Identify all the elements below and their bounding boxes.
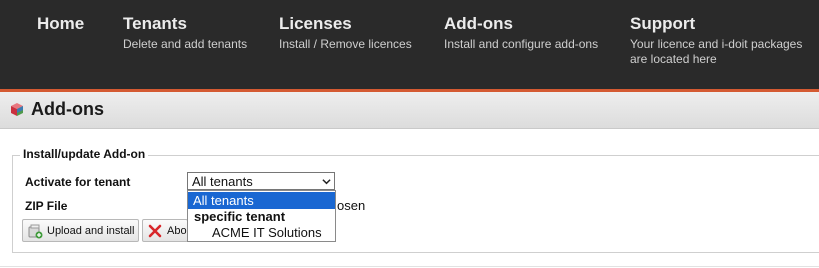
nav-home-title[interactable]: Home [37, 14, 84, 34]
nav-support-description-line2: are located here [630, 52, 717, 66]
option-acme-it-solutions[interactable]: ACME IT Solutions [188, 224, 335, 241]
nav-tenants[interactable]: Tenants Delete and add tenants [123, 14, 247, 52]
nav-addons[interactable]: Add-ons Install and configure add-ons [444, 14, 598, 52]
nav-licenses-title[interactable]: Licenses [279, 14, 412, 34]
addons-cube-icon [11, 103, 23, 116]
nav-addons-title[interactable]: Add-ons [444, 14, 598, 34]
nav-support[interactable]: Support Your licence and i-doit packages… [630, 14, 802, 67]
page-header: Add-ons [0, 92, 819, 129]
nav-tenants-title[interactable]: Tenants [123, 14, 247, 34]
upload-package-icon [28, 224, 43, 239]
upload-install-label: Upload and install [47, 225, 135, 237]
tenant-label: Activate for tenant [25, 175, 131, 189]
option-all-tenants[interactable]: All tenants [188, 192, 335, 209]
page-title: Add-ons [31, 99, 104, 119]
nav-tenants-description: Delete and add tenants [123, 37, 248, 51]
nav-support-description-line1: Your licence and i-doit packages [630, 37, 803, 51]
close-icon [148, 224, 162, 238]
nav-support-title[interactable]: Support [630, 14, 802, 34]
bottom-divider [0, 266, 819, 267]
nav-licenses[interactable]: Licenses Install / Remove licences [279, 14, 412, 52]
tenant-dropdown-list: All tenants specific tenant ACME IT Solu… [187, 190, 336, 242]
tenant-select-value: All tenants [192, 174, 253, 189]
nav-licenses-description: Install / Remove licences [279, 37, 412, 51]
fieldset-legend: Install/update Add-on [20, 147, 149, 161]
nav-addons-description: Install and configure add-ons [444, 37, 599, 51]
top-navigation: Home Tenants Delete and add tenants Lice… [0, 0, 819, 89]
tenant-select[interactable]: All tenants [187, 172, 335, 190]
optgroup-specific-tenant: specific tenant [194, 209, 286, 224]
nav-support-description: Your licence and i-doit packages are loc… [630, 37, 802, 67]
zip-file-label: ZIP File [25, 199, 68, 213]
nav-home[interactable]: Home [37, 14, 84, 34]
upload-install-button[interactable]: Upload and install [22, 219, 139, 242]
abort-button[interactable]: Abo [142, 219, 188, 242]
file-status-text: osen [337, 198, 366, 213]
abort-button-label: Abo [167, 225, 187, 237]
chevron-down-icon [322, 179, 331, 185]
